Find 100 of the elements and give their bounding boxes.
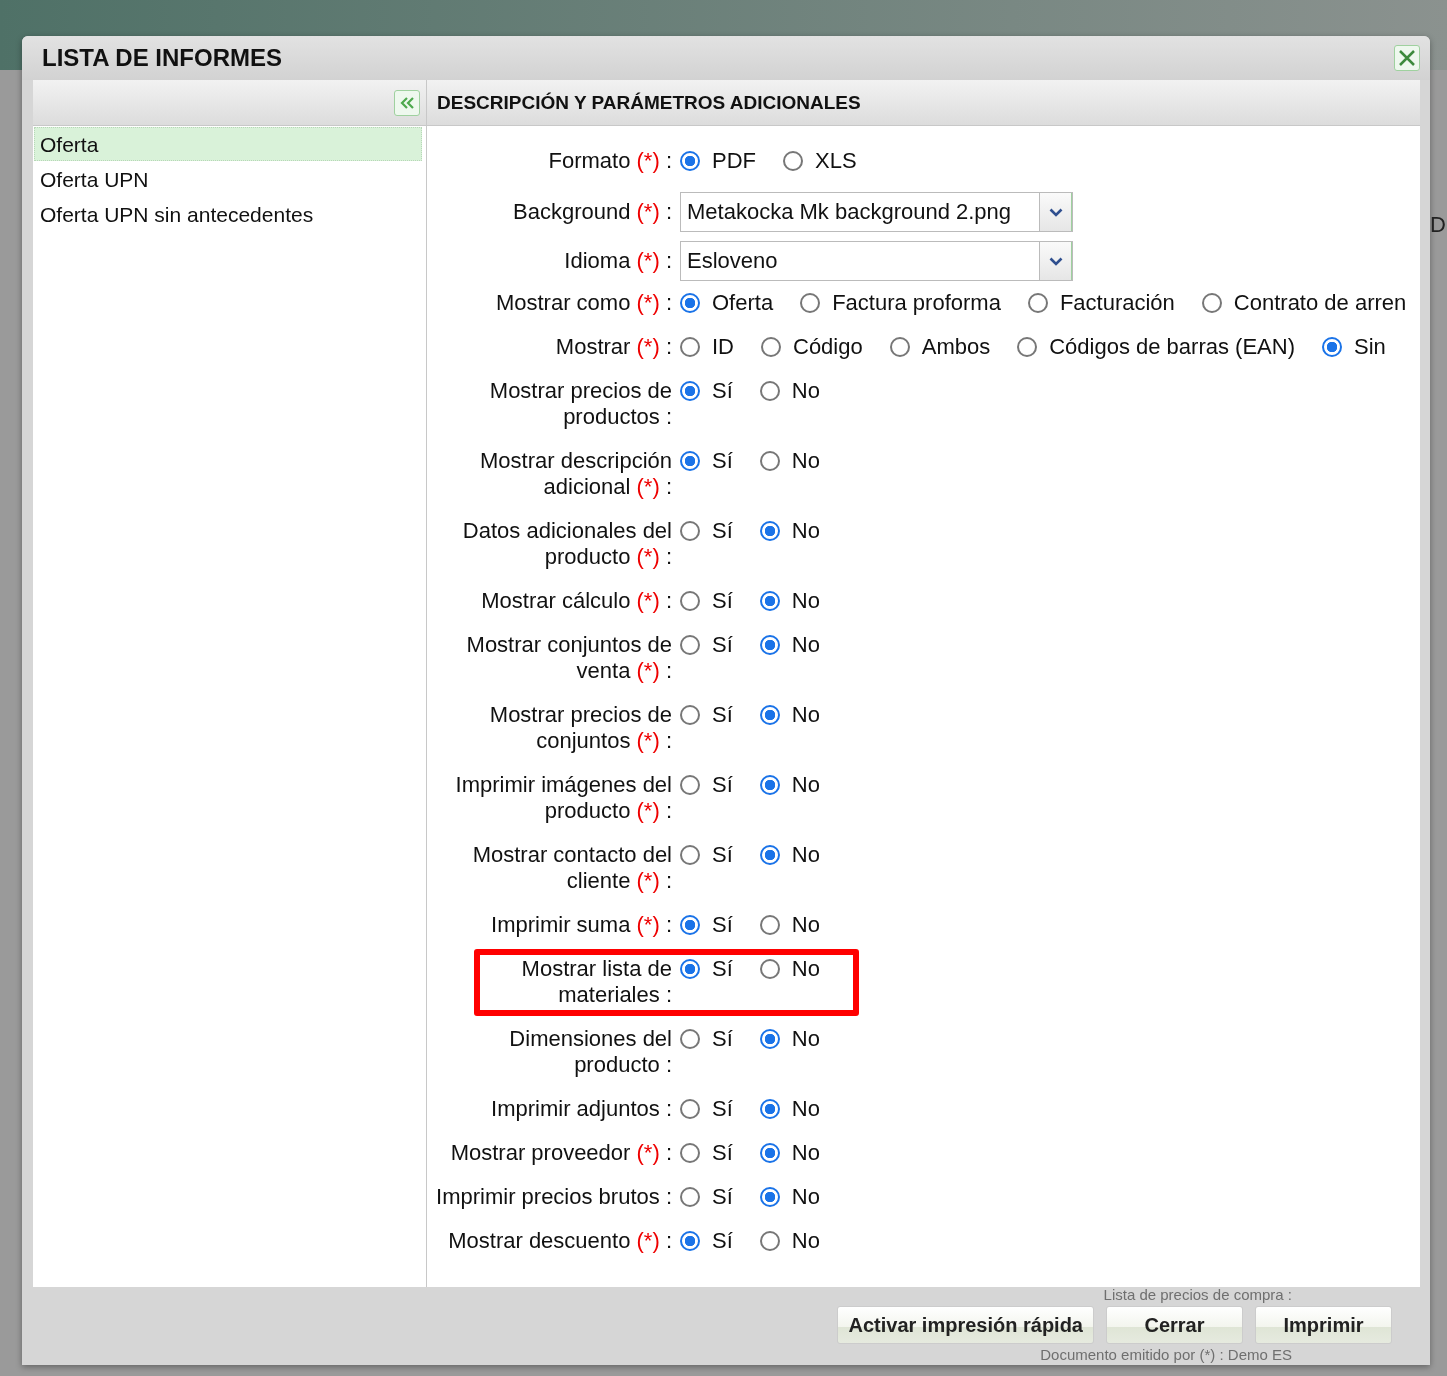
field-label: Imprimir imágenes del producto (*) :: [454, 772, 672, 824]
radio-option[interactable]: Sí: [680, 378, 733, 404]
field-label: Imprimir precios brutos :: [435, 1184, 672, 1210]
radio-button[interactable]: [759, 451, 780, 471]
radio-button[interactable]: [680, 845, 700, 865]
radio-option[interactable]: Sí: [680, 842, 733, 868]
radio-button[interactable]: [680, 915, 700, 935]
dropdown-button[interactable]: [1039, 242, 1072, 280]
report-item[interactable]: Oferta: [34, 127, 422, 161]
radio-button[interactable]: [759, 915, 780, 935]
radio-option[interactable]: Sí: [680, 1228, 733, 1254]
radio-option[interactable]: No: [759, 1096, 820, 1122]
radio-button[interactable]: [1201, 293, 1222, 313]
radio-option[interactable]: Sí: [680, 518, 733, 544]
radio-option[interactable]: Factura proforma: [800, 290, 1001, 316]
radio-option[interactable]: No: [759, 632, 820, 658]
radio-option[interactable]: No: [759, 1026, 820, 1052]
radio-option[interactable]: No: [759, 378, 820, 404]
radio-button[interactable]: [680, 635, 700, 655]
radio-option[interactable]: No: [759, 772, 820, 798]
radio-button[interactable]: [680, 1187, 700, 1207]
dialog-button[interactable]: Cerrar: [1106, 1306, 1243, 1344]
radio-button[interactable]: [759, 521, 780, 541]
radio-button[interactable]: [680, 521, 700, 541]
radio-option[interactable]: Ambos: [889, 334, 991, 360]
radio-option[interactable]: ID: [680, 334, 734, 360]
radio-button[interactable]: [680, 1143, 700, 1163]
field-label: Imprimir adjuntos :: [490, 1096, 672, 1122]
radio-button[interactable]: [680, 337, 700, 357]
radio-option[interactable]: Sí: [680, 448, 733, 474]
dropdown-field[interactable]: Metakocka Mk background 2.png: [680, 192, 1073, 232]
radio-option[interactable]: No: [759, 956, 820, 982]
radio-button[interactable]: [1017, 337, 1038, 357]
radio-button[interactable]: [759, 1231, 780, 1251]
radio-option[interactable]: No: [759, 842, 820, 868]
radio-option[interactable]: Sí: [680, 632, 733, 658]
radio-option[interactable]: Sí: [680, 1140, 733, 1166]
radio-option[interactable]: No: [759, 1228, 820, 1254]
radio-option[interactable]: Sí: [680, 772, 733, 798]
radio-option[interactable]: No: [759, 518, 820, 544]
close-button[interactable]: [1394, 45, 1420, 71]
radio-option[interactable]: No: [759, 448, 820, 474]
radio-button[interactable]: [783, 151, 803, 171]
radio-option[interactable]: No: [759, 1184, 820, 1210]
radio-option[interactable]: PDF: [680, 148, 756, 174]
radio-button[interactable]: [759, 1187, 780, 1207]
radio-option[interactable]: Sí: [680, 1026, 733, 1052]
radio-button[interactable]: [759, 381, 780, 401]
radio-button[interactable]: [680, 381, 700, 401]
radio-option[interactable]: Sí: [680, 1096, 733, 1122]
radio-button[interactable]: [680, 1099, 700, 1119]
radio-option[interactable]: Sí: [680, 1184, 733, 1210]
radio-option[interactable]: No: [759, 912, 820, 938]
radio-option[interactable]: No: [759, 588, 820, 614]
dropdown-field[interactable]: Esloveno: [680, 241, 1073, 281]
radio-option[interactable]: No: [759, 702, 820, 728]
radio-option[interactable]: Código: [761, 334, 863, 360]
radio-option[interactable]: Sí: [680, 588, 733, 614]
radio-button[interactable]: [889, 337, 910, 357]
radio-button[interactable]: [761, 337, 781, 357]
radio-button[interactable]: [759, 635, 780, 655]
radio-option[interactable]: Sí: [680, 912, 733, 938]
radio-option[interactable]: Sin: [1322, 334, 1386, 360]
radio-option[interactable]: Facturación: [1027, 290, 1175, 316]
radio-button[interactable]: [680, 451, 700, 471]
radio-option[interactable]: Oferta: [680, 290, 774, 316]
radio-option[interactable]: No: [759, 1140, 820, 1166]
radio-button[interactable]: [680, 1231, 700, 1251]
radio-button[interactable]: [680, 705, 700, 725]
radio-button[interactable]: [759, 705, 780, 725]
radio-button[interactable]: [800, 293, 821, 313]
radio-button[interactable]: [680, 1029, 700, 1049]
radio-button[interactable]: [759, 775, 780, 795]
radio-option[interactable]: XLS: [783, 148, 857, 174]
radio-button[interactable]: [1027, 293, 1048, 313]
radio-button[interactable]: [680, 959, 700, 979]
report-item[interactable]: Oferta UPN: [34, 162, 422, 196]
dropdown-button[interactable]: [1039, 193, 1072, 231]
window-title: LISTA DE INFORMES: [42, 44, 282, 72]
dialog-button[interactable]: Activar impresión rápida: [837, 1306, 1094, 1344]
radio-option[interactable]: Sí: [680, 956, 733, 982]
radio-button[interactable]: [759, 591, 780, 611]
dialog-button[interactable]: Imprimir: [1255, 1306, 1392, 1344]
radio-button[interactable]: [1322, 337, 1342, 357]
report-item[interactable]: Oferta UPN sin antecedentes: [34, 197, 422, 231]
radio-button[interactable]: [680, 151, 700, 171]
radio-button[interactable]: [680, 293, 700, 313]
radio-button[interactable]: [759, 1143, 780, 1163]
radio-button[interactable]: [680, 591, 700, 611]
radio-button[interactable]: [680, 775, 700, 795]
double-chevron-left-icon: [399, 95, 415, 110]
radio-option[interactable]: Contrato de arren: [1201, 290, 1407, 316]
field-label: Mostrar como (*) :: [494, 290, 672, 316]
radio-option[interactable]: Códigos de barras (EAN): [1017, 334, 1295, 360]
radio-button[interactable]: [759, 1099, 780, 1119]
radio-button[interactable]: [759, 1029, 780, 1049]
radio-option[interactable]: Sí: [680, 702, 733, 728]
radio-button[interactable]: [759, 845, 780, 865]
collapse-button[interactable]: [394, 89, 420, 116]
radio-button[interactable]: [759, 959, 780, 979]
